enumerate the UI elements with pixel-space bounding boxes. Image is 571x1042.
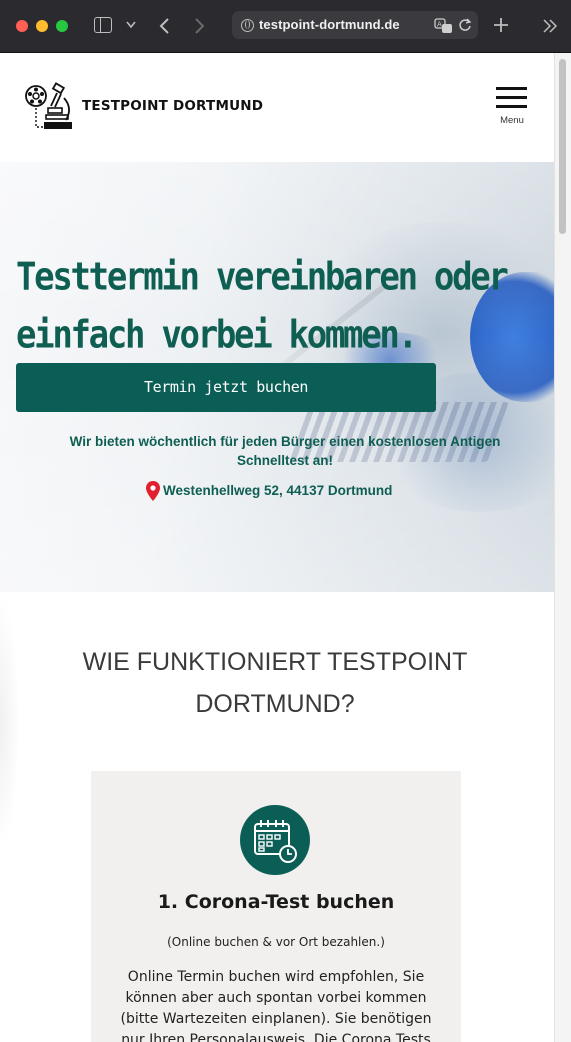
- site-name[interactable]: TESTPOINT DORTMUND: [82, 98, 263, 114]
- browser-toolbar: testpoint-dortmund.de A: [0, 0, 571, 53]
- address-text: Westenhellweg 52, 44137 Dortmund: [163, 483, 393, 498]
- hamburger-icon: [496, 87, 527, 90]
- minimize-window-button[interactable]: [36, 20, 48, 32]
- forward-icon[interactable]: [194, 17, 206, 35]
- page-scrollbar[interactable]: [554, 53, 571, 1042]
- more-tabs-icon[interactable]: [542, 19, 558, 33]
- zoom-window-button[interactable]: [56, 20, 68, 32]
- microscope-logo-icon[interactable]: [24, 82, 76, 134]
- step-card: 1. Corona-Test buchen (Online buchen & v…: [91, 771, 461, 1042]
- address-bar[interactable]: testpoint-dortmund.de A: [232, 11, 478, 39]
- hero-section: Testtermin vereinbaren oder einfach vorb…: [0, 162, 555, 592]
- sidebar-icon[interactable]: [94, 17, 112, 33]
- step-title: 1. Corona-Test buchen: [157, 891, 395, 913]
- svg-text:A: A: [437, 21, 442, 29]
- close-window-button[interactable]: [16, 20, 28, 32]
- scrollbar-thumb[interactable]: [559, 59, 566, 234]
- book-appointment-button[interactable]: Termin jetzt buchen: [16, 363, 436, 412]
- chevron-down-icon[interactable]: [126, 21, 136, 29]
- page-viewport: TESTPOINT DORTMUND Menu Testtermin verei…: [0, 53, 571, 1042]
- hero-note: Wir bieten wöchentlich für jeden Bürger …: [69, 434, 501, 468]
- translate-icon[interactable]: A: [434, 18, 454, 34]
- location-pin-icon: [146, 481, 160, 501]
- menu-button[interactable]: Menu: [496, 87, 528, 127]
- menu-label: Menu: [500, 115, 524, 126]
- back-icon[interactable]: [158, 17, 170, 35]
- new-tab-icon[interactable]: [493, 17, 509, 33]
- how-it-works-heading: WIE FUNKTIONIERT TESTPOINT DORTMUND?: [82, 648, 468, 718]
- step-subtitle: (Online buchen & vor Ort bezahlen.): [167, 935, 385, 949]
- site-header: TESTPOINT DORTMUND Menu: [0, 53, 555, 162]
- hero-title: Testtermin vereinbaren oder einfach vorb…: [16, 254, 509, 358]
- reload-icon[interactable]: [458, 18, 472, 32]
- globe-icon: [241, 19, 254, 32]
- calendar-clock-icon: [240, 805, 310, 875]
- step-description: Online Termin buchen wird empfohlen, Sie…: [120, 969, 432, 1042]
- url-text[interactable]: testpoint-dortmund.de: [259, 17, 400, 32]
